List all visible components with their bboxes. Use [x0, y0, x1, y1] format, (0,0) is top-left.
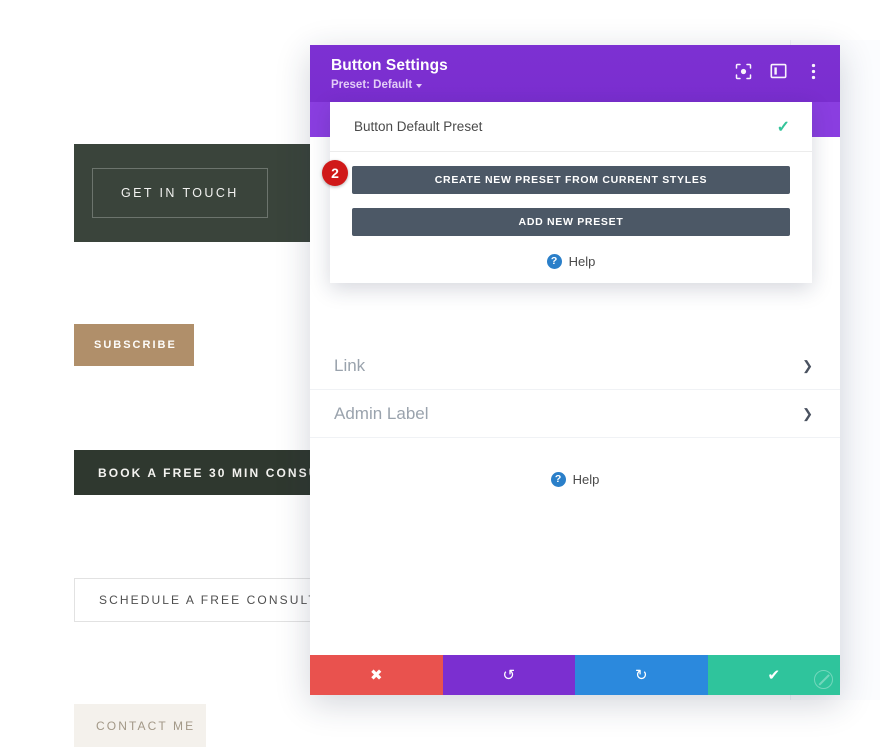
cancel-button[interactable]: ✖ — [310, 655, 443, 695]
focus-icon[interactable] — [734, 62, 752, 80]
modal-header: Button Settings Preset: Default — [310, 45, 840, 102]
preset-dropdown-panel: Button Default Preset ✓ CREATE NEW PRESE… — [330, 102, 812, 283]
section-row-link[interactable]: Link ❯ — [310, 342, 840, 390]
step-badge-2: 2 — [322, 160, 348, 186]
save-button[interactable]: ✔ — [708, 655, 841, 695]
preset-selector-label: Preset: Default — [331, 79, 412, 91]
preview-button-contact-me-label: CONTACT ME — [96, 719, 195, 733]
chevron-down-icon — [416, 84, 422, 88]
button-settings-modal: Button Settings Preset: Default — [310, 45, 840, 695]
chevron-down-icon: ❯ — [802, 358, 813, 374]
page-title: Button Settings — [331, 56, 448, 75]
modal-header-icons — [734, 62, 822, 80]
preset-selector[interactable]: Preset: Default — [331, 79, 448, 91]
help-icon: ? — [547, 254, 562, 269]
dropdown-help-link[interactable]: ? Help — [330, 254, 812, 269]
section-label-admin-label: Admin Label — [334, 404, 429, 424]
dropdown-help-label: Help — [569, 254, 596, 269]
add-new-preset-button[interactable]: ADD NEW PRESET — [352, 208, 790, 236]
modal-help-link[interactable]: ? Help — [310, 472, 840, 487]
chevron-down-icon: ❯ — [802, 406, 813, 422]
modal-footer-actions: ✖ ↺ ↻ ✔ — [310, 655, 840, 695]
redo-button[interactable]: ↻ — [575, 655, 708, 695]
undo-button[interactable]: ↺ — [443, 655, 576, 695]
preset-option-label: Button Default Preset — [354, 119, 482, 134]
section-row-admin-label[interactable]: Admin Label ❯ — [310, 390, 840, 438]
preview-button-subscribe-label: SUBSCRIBE — [94, 339, 177, 351]
preview-button-contact-me[interactable]: CONTACT ME — [74, 704, 206, 747]
preview-button-subscribe[interactable]: SUBSCRIBE — [74, 324, 194, 366]
help-icon: ? — [551, 472, 566, 487]
section-label-link: Link — [334, 356, 365, 376]
check-icon: ✓ — [777, 117, 790, 137]
more-options-icon[interactable] — [804, 62, 822, 80]
modal-header-titles: Button Settings Preset: Default — [331, 56, 448, 91]
layout-view-icon[interactable] — [769, 62, 787, 80]
preview-button-get-in-touch-label: GET IN TOUCH — [92, 168, 268, 218]
preset-option-button-default[interactable]: Button Default Preset ✓ — [330, 102, 812, 152]
modal-help-label: Help — [573, 472, 600, 487]
create-new-preset-button[interactable]: CREATE NEW PRESET FROM CURRENT STYLES — [352, 166, 790, 194]
